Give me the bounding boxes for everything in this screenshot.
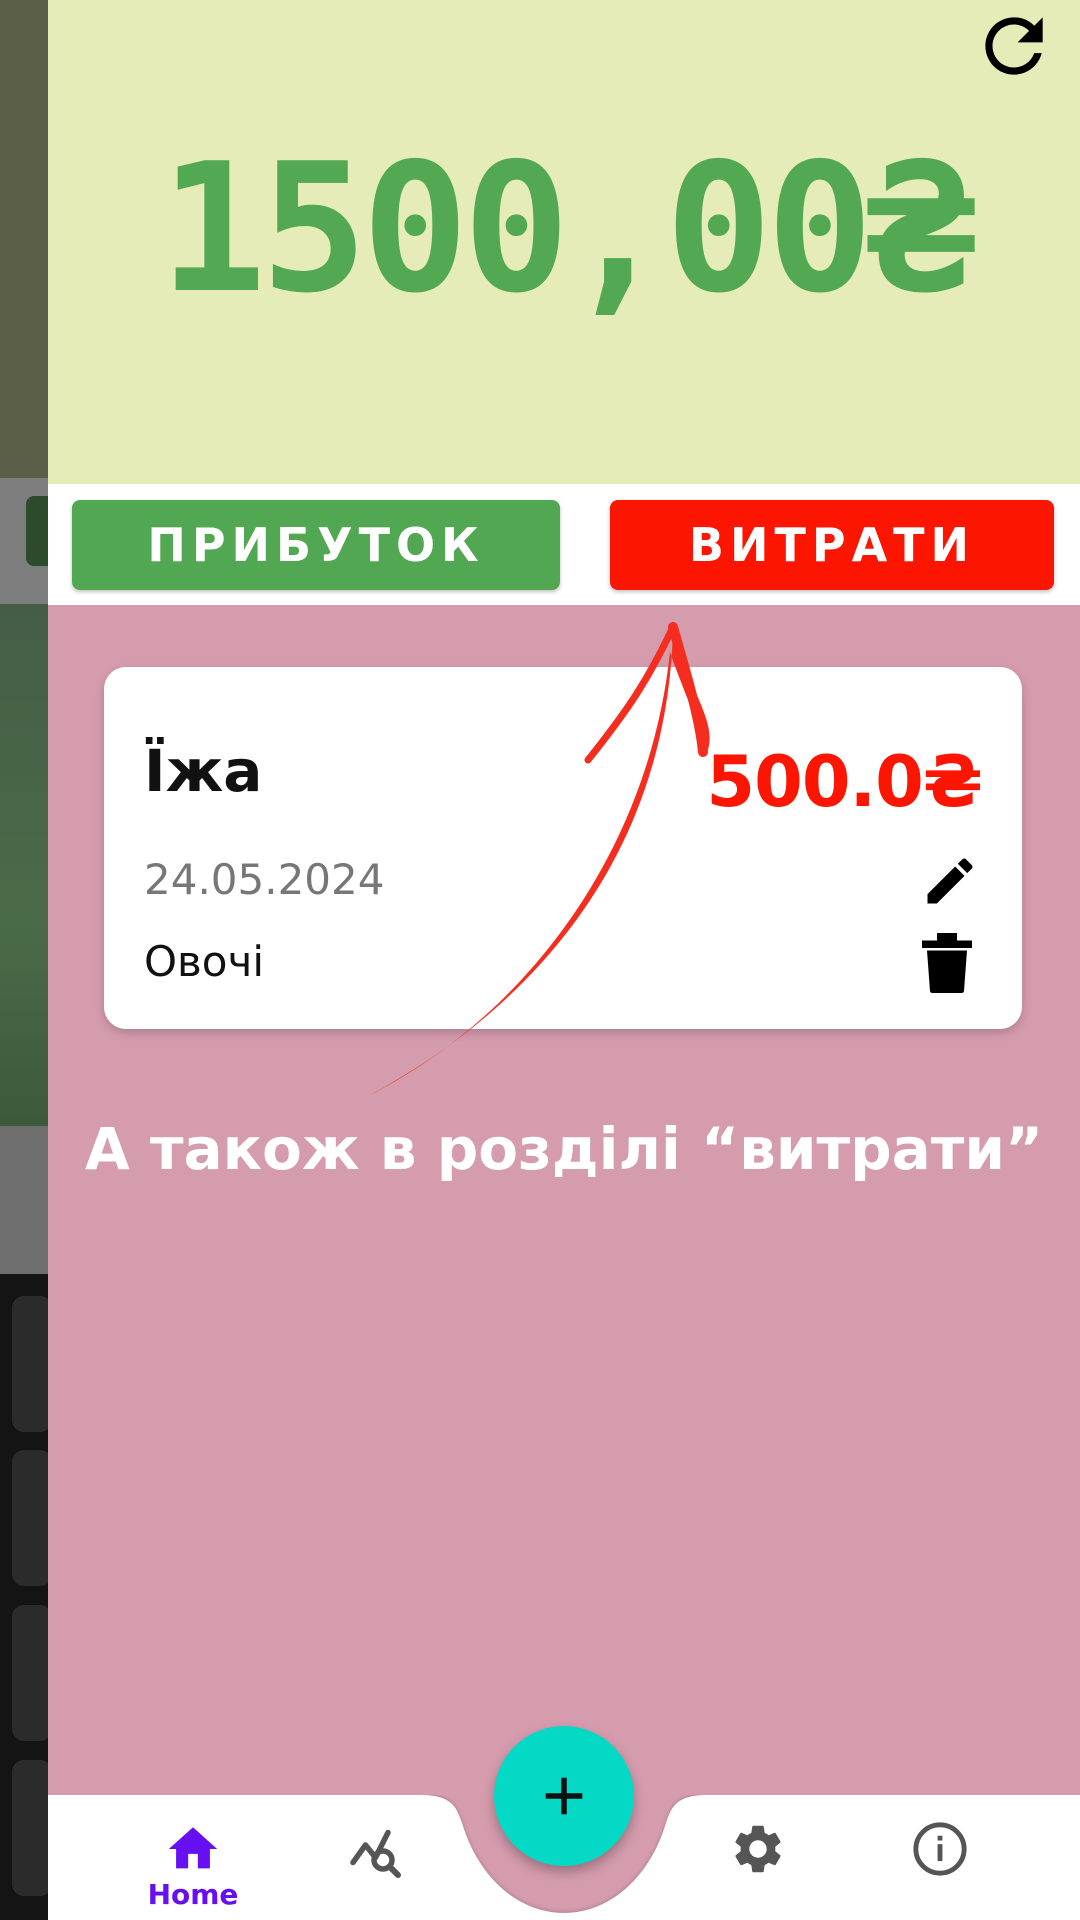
transaction-note: Овочі [144,937,264,986]
tab-bar: ПРИБУТОК ВИТРАТИ [48,484,1080,605]
delete-button[interactable] [922,933,972,994]
previous-screen-strip [0,0,48,1920]
transaction-card[interactable]: Їжа 500.0₴ 24.05.2024 Овочі [104,667,1022,1029]
refresh-button[interactable] [968,0,1060,92]
balance-amount: 1500,00₴ [159,125,974,332]
nav-statistics[interactable] [338,1820,418,1920]
plus-icon [545,1777,583,1815]
nav-home-label: Home [147,1878,239,1911]
annotation-text: А також в розділі “витрати” [84,1115,1044,1183]
balance-panel: 1500,00₴ [48,0,1080,484]
pencil-icon [927,858,973,904]
gear-icon [735,1825,781,1873]
transaction-date: 24.05.2024 [144,855,385,904]
chart-search-icon [350,1829,401,1878]
transaction-category: Їжа [144,737,263,805]
nav-settings[interactable] [718,1820,798,1920]
nav-home[interactable]: Home [138,1820,248,1920]
info-icon [913,1822,967,1876]
add-transaction-button[interactable] [494,1726,634,1866]
tab-expenses[interactable]: ВИТРАТИ [610,500,1054,590]
refresh-icon [985,17,1043,75]
edit-button[interactable] [920,851,980,911]
transaction-amount: 500.0₴ [706,741,983,823]
home-icon [168,1827,218,1869]
transactions-list: Їжа 500.0₴ 24.05.2024 Овочі А також в ро… [48,605,1080,1800]
nav-info[interactable] [900,1820,980,1920]
finance-app: 1500,00₴ ПРИБУТОК ВИТРАТИ Їжа 500.0₴ 24.… [48,0,1080,1920]
trash-icon [922,933,972,994]
tab-income[interactable]: ПРИБУТОК [72,500,560,590]
